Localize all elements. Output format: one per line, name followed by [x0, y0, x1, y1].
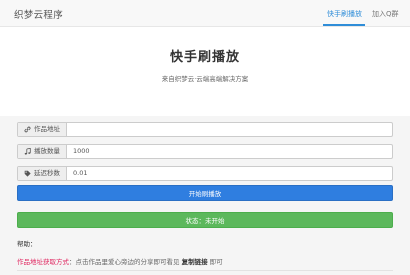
tag-icon: [24, 170, 31, 177]
delay-seconds-group: 延迟秒数: [17, 166, 393, 181]
top-navbar: 织梦云程序 快手刷播放 加入Q群: [0, 0, 410, 27]
music-icon: [24, 147, 31, 155]
start-play-button[interactable]: 开始刷播放: [17, 185, 393, 201]
nav-active-indicator: [323, 24, 365, 26]
delay-seconds-addon: 延迟秒数: [18, 167, 67, 180]
help-text-after: 即可: [209, 258, 223, 266]
help-title: 帮助：: [17, 240, 37, 248]
play-count-input[interactable]: [68, 145, 392, 158]
work-url-group: 作品地址: [17, 122, 393, 137]
page-title: 快手刷播放: [169, 50, 240, 65]
play-count-addon: 播放数量: [18, 145, 67, 158]
play-count-label: 播放数量: [34, 147, 60, 155]
play-count-group: 播放数量: [17, 144, 393, 159]
help-key-label: 作品地址获取方式: [17, 258, 69, 266]
nav-link-kuaishou-play[interactable]: 快手刷播放: [327, 9, 362, 19]
help-text: 作品地址获取方式：点击作品里爱心旁边的分享即可看见 复制链接 即可: [17, 256, 223, 266]
page-subtitle: 来自织梦云·云端高端解决方案: [161, 75, 249, 83]
divider: [17, 270, 393, 271]
delay-seconds-label: 延迟秒数: [34, 169, 60, 177]
work-url-input[interactable]: [68, 123, 392, 136]
help-copy-link-text: 复制链接: [181, 258, 208, 266]
status-button[interactable]: 状态：未开始: [17, 212, 393, 228]
work-url-label: 作品地址: [34, 125, 60, 133]
delay-seconds-input[interactable]: [68, 167, 392, 180]
brand-name[interactable]: 织梦云程序: [14, 7, 63, 21]
nav-link-join-qq-group[interactable]: 加入Q群: [372, 9, 399, 19]
link-icon: [24, 126, 31, 132]
help-text-before: ：点击作品里爱心旁边的分享即可看见: [69, 258, 180, 266]
work-url-addon: 作品地址: [18, 123, 67, 136]
header-area: [0, 28, 410, 116]
